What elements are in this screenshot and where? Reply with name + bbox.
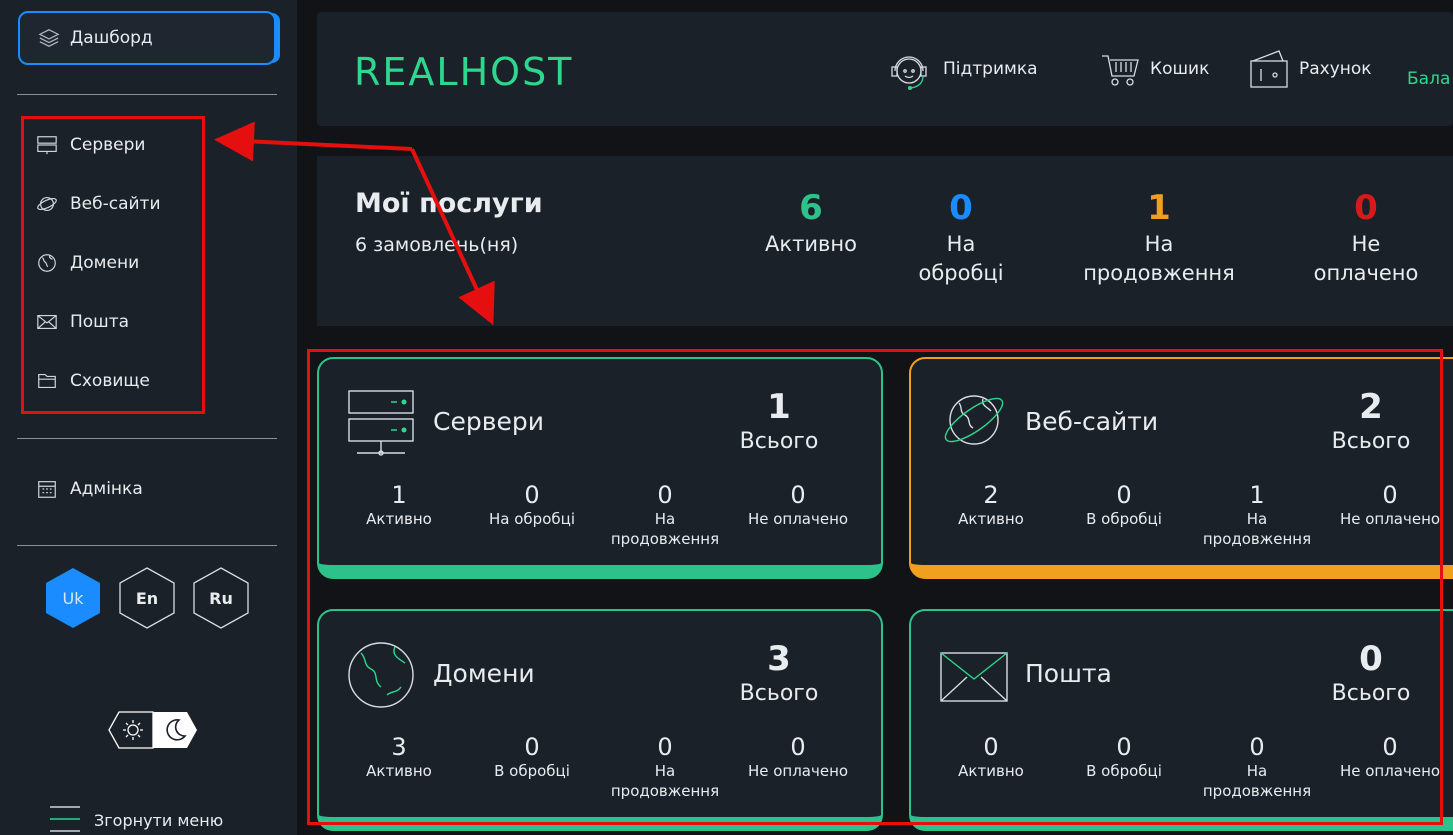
- annotation-arrows: [214, 121, 495, 326]
